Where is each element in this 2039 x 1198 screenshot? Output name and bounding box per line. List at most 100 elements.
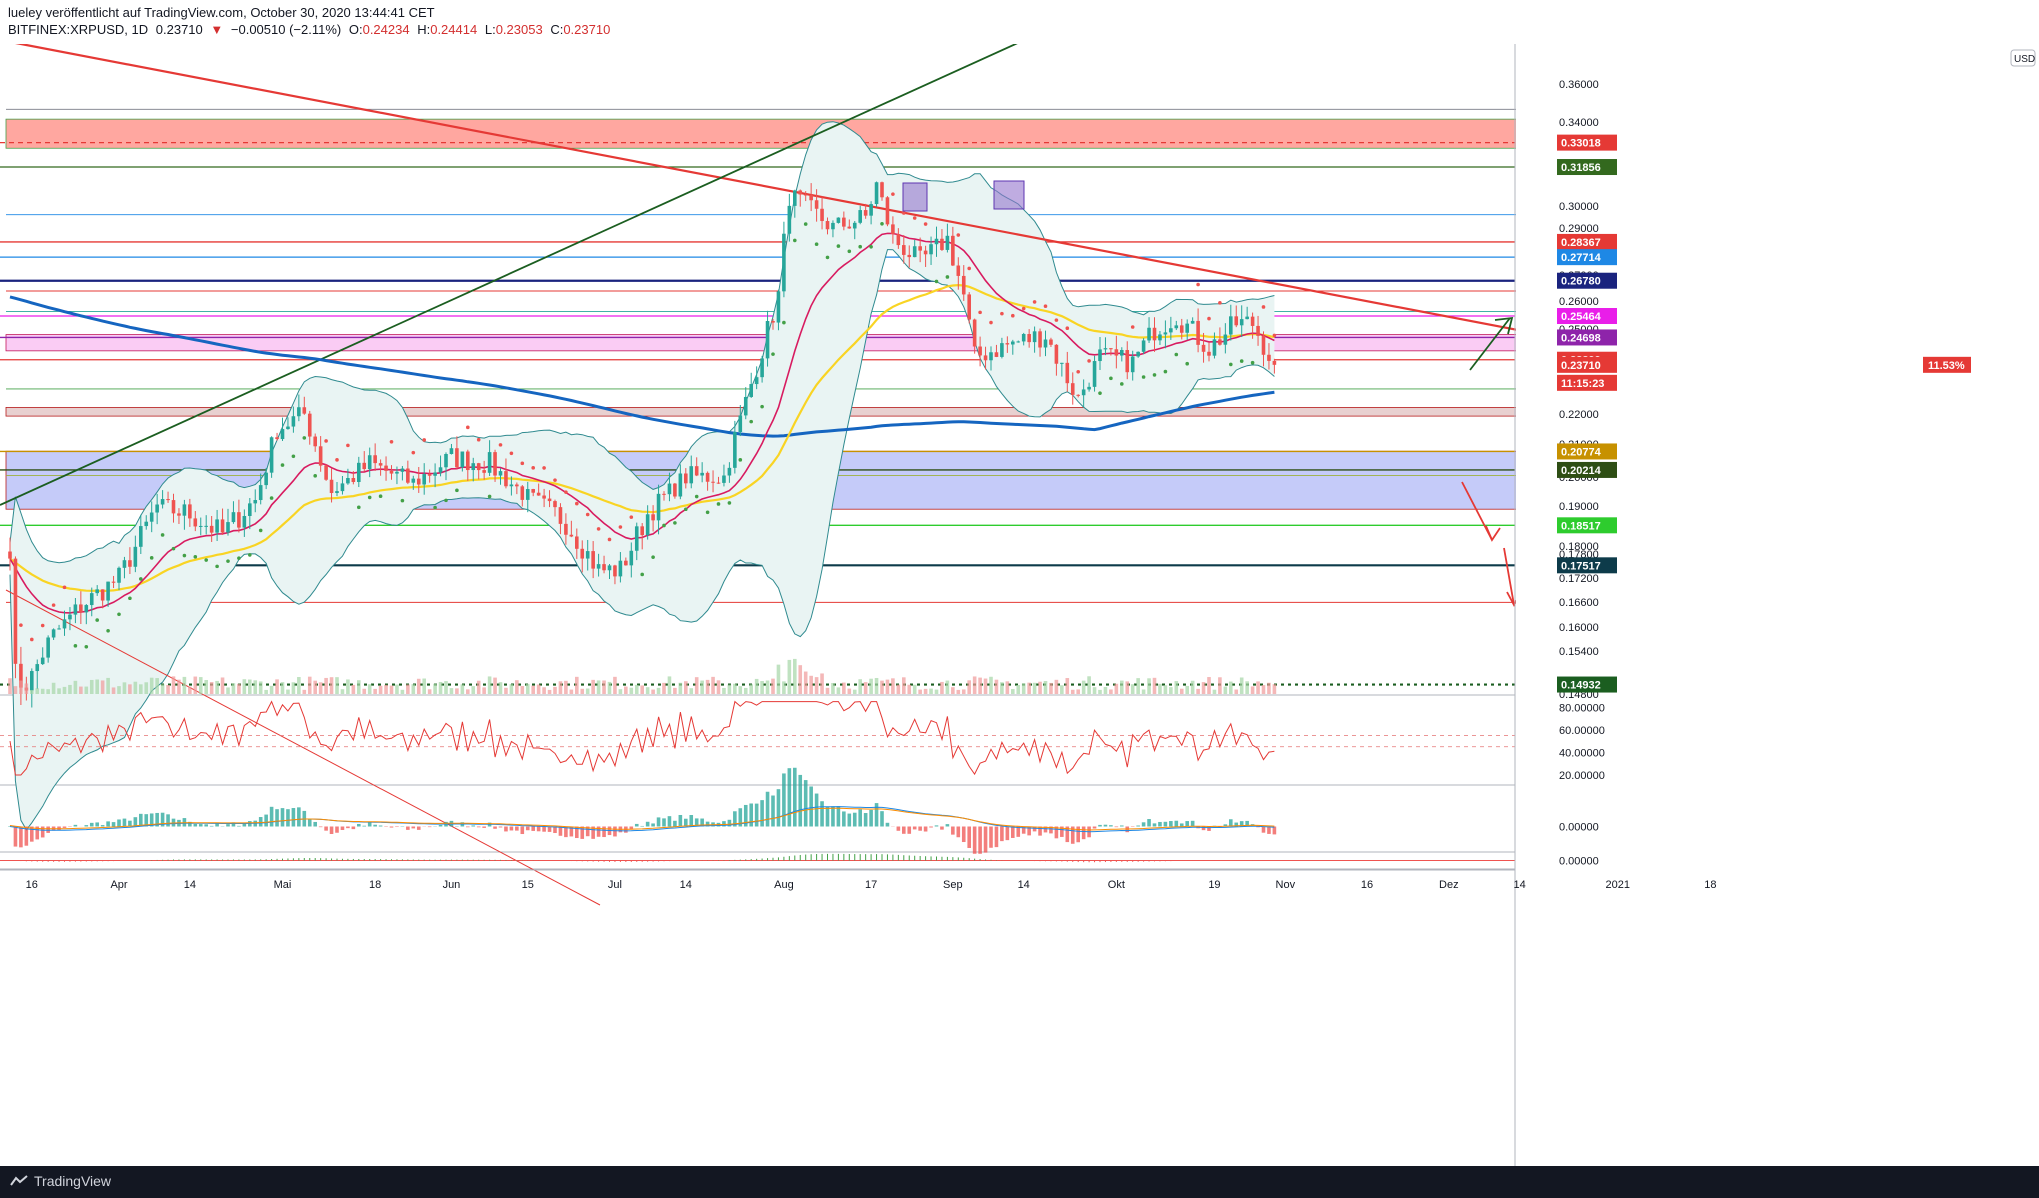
price-label-text: 0.14932 bbox=[1561, 680, 1601, 692]
volume-bar bbox=[57, 688, 61, 694]
volume-bar bbox=[1158, 683, 1162, 694]
macd-hist-bar bbox=[416, 826, 421, 830]
macd-hist-bar bbox=[1016, 826, 1021, 837]
sar-dot bbox=[564, 490, 568, 494]
candle-body bbox=[596, 564, 601, 569]
chart-canvas[interactable]: 1(0.34666)0.786(0.29603)0.65(0.26385)0.6… bbox=[0, 0, 2039, 1198]
candle-body bbox=[40, 657, 45, 665]
volume-bar bbox=[62, 686, 67, 694]
volume-bar bbox=[1174, 681, 1179, 694]
volume-bar bbox=[602, 680, 606, 694]
time-tick-label: 14 bbox=[184, 879, 196, 891]
tradingview-logo[interactable]: TradingView bbox=[10, 1173, 111, 1189]
macd-hist-bar bbox=[798, 774, 803, 827]
volume-bar bbox=[645, 687, 650, 694]
sar-dot bbox=[923, 222, 928, 226]
sar-dot bbox=[629, 515, 634, 519]
sar-dot bbox=[215, 564, 219, 569]
volume-bar bbox=[286, 689, 290, 694]
macd-hist-bar bbox=[346, 826, 350, 829]
time-tick-label: 16 bbox=[26, 879, 38, 891]
candle-body bbox=[291, 416, 296, 427]
volume-bar bbox=[215, 680, 219, 694]
sar-dot bbox=[367, 495, 372, 500]
low-label: L: bbox=[484, 22, 496, 37]
volume-bar bbox=[585, 688, 590, 694]
candle-body bbox=[411, 478, 416, 483]
macd-hist-bar bbox=[842, 811, 846, 827]
candle-body bbox=[100, 589, 105, 601]
volume-bar bbox=[264, 689, 268, 694]
macd-hist-bar bbox=[1147, 819, 1151, 827]
candle-body bbox=[607, 565, 612, 571]
volume-bar bbox=[983, 678, 988, 694]
price-label-text: 0.17517 bbox=[1561, 560, 1601, 572]
sar-dot bbox=[128, 596, 132, 601]
macd-hist-bar bbox=[357, 823, 361, 827]
brand-name: TradingView bbox=[34, 1173, 112, 1189]
macd-hist-bar bbox=[476, 826, 481, 828]
candle-body bbox=[591, 551, 595, 569]
volume-bar bbox=[79, 686, 83, 694]
candle-body bbox=[433, 472, 437, 476]
volume-bar bbox=[1103, 686, 1108, 694]
volume-bar bbox=[733, 683, 737, 694]
macd-hist-bar bbox=[531, 826, 535, 831]
macd-hist-bar bbox=[242, 823, 247, 827]
macd-hist-bar bbox=[880, 811, 884, 827]
sar-dot bbox=[193, 555, 198, 559]
volume-bar bbox=[302, 689, 307, 694]
volume-bar bbox=[1212, 689, 1217, 694]
candle-body bbox=[673, 483, 677, 497]
price-label-text: 0.25464 bbox=[1561, 311, 1602, 323]
macd-hist-bar bbox=[139, 813, 143, 827]
macd-hist-bar bbox=[275, 809, 279, 827]
volume-bar bbox=[809, 675, 813, 694]
price-label-text: 0.26780 bbox=[1561, 276, 1601, 288]
volume-bar bbox=[1179, 688, 1184, 694]
macd-hist-bar bbox=[89, 822, 94, 827]
sar-dot bbox=[95, 618, 99, 622]
volume-bar bbox=[580, 688, 585, 694]
volume-bar bbox=[716, 680, 721, 694]
macd-hist-bar bbox=[264, 814, 268, 827]
volume-bar bbox=[689, 688, 694, 694]
macd-hist-bar bbox=[923, 826, 928, 832]
volume-bar bbox=[139, 684, 143, 694]
candle-body bbox=[193, 518, 198, 527]
volume-bar bbox=[46, 689, 50, 694]
candle-body bbox=[1201, 344, 1206, 352]
volume-bar bbox=[591, 679, 595, 694]
sar-dot bbox=[945, 275, 950, 279]
volume-bar bbox=[35, 688, 40, 694]
candle-body bbox=[891, 224, 895, 235]
volume-bar bbox=[1038, 681, 1042, 694]
countdown-text: 11:15:23 bbox=[1561, 378, 1604, 390]
volume-bar bbox=[106, 677, 110, 694]
volume-bar bbox=[945, 680, 950, 694]
volume-bar bbox=[869, 678, 873, 694]
candle-body bbox=[1229, 316, 1233, 335]
macd-hist-bar bbox=[19, 826, 23, 848]
high-value: 0.24414 bbox=[430, 22, 478, 37]
symbol-name[interactable]: BITFINEX:XRPUSD, 1D bbox=[8, 22, 148, 37]
volume-bar bbox=[357, 680, 361, 694]
volume-bar bbox=[122, 682, 127, 694]
volume-bar bbox=[498, 682, 503, 694]
sar-dot bbox=[378, 494, 383, 499]
volume-bar bbox=[493, 677, 497, 694]
candle-body bbox=[248, 503, 252, 516]
candle-body bbox=[907, 254, 912, 258]
volume-bar bbox=[13, 686, 18, 694]
sar-dot bbox=[51, 603, 56, 607]
volume-bar bbox=[743, 687, 748, 694]
volume-bar bbox=[694, 677, 699, 694]
sar-dot bbox=[291, 454, 296, 459]
volume-bar bbox=[662, 682, 666, 694]
last-price: 0.23710 bbox=[155, 22, 203, 37]
candle-body bbox=[956, 265, 961, 276]
volume-bar bbox=[471, 686, 476, 694]
volume-bar bbox=[1185, 685, 1189, 694]
volume-bar bbox=[226, 687, 230, 694]
candle-body bbox=[487, 452, 492, 473]
